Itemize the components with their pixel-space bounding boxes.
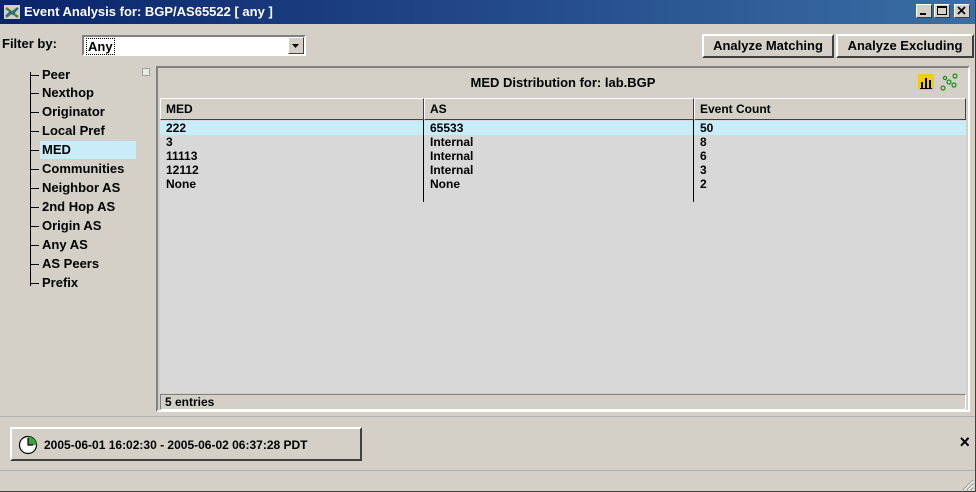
resize-grip-icon[interactable] (960, 477, 974, 491)
tree-item-label: Originator (42, 104, 105, 119)
table-row[interactable]: None None 2 (160, 177, 966, 191)
tree-item-label: Prefix (42, 275, 79, 290)
filter-selected-value: Any (86, 38, 115, 55)
cell-as: 65533 (430, 121, 464, 135)
chevron-down-icon (292, 44, 299, 48)
column-header-med[interactable]: MED (160, 98, 424, 120)
column-header-as[interactable]: AS (424, 98, 694, 120)
maximize-icon (937, 6, 947, 15)
clock-icon (18, 435, 38, 455)
filter-label: Filter by: (2, 36, 57, 51)
close-icon[interactable]: × (959, 433, 970, 451)
tree-item-label: 2nd Hop AS (42, 199, 116, 214)
tree-item-label: Neighbor AS (42, 180, 121, 195)
close-icon (957, 6, 966, 15)
distribution-table: MED AS Event Count 222 65533 50 3 Intern… (160, 98, 966, 393)
column-divider (693, 120, 694, 202)
minimize-button[interactable] (916, 4, 932, 18)
status-strip (0, 470, 975, 491)
cell-event-count: 2 (700, 177, 707, 191)
bar-chart-icon[interactable] (918, 74, 934, 90)
cell-as: Internal (430, 149, 474, 163)
minimize-icon (920, 13, 926, 15)
tree-item-label: Local Pref (42, 123, 105, 138)
tree-item-label: Peer (42, 67, 71, 82)
table-row[interactable]: 11113 Internal 6 (160, 149, 966, 163)
column-divider (423, 120, 424, 202)
tree-item-label: Any AS (42, 237, 88, 252)
cell-event-count: 8 (700, 135, 707, 149)
panel-title: MED Distribution for: lab.BGP (470, 75, 656, 90)
event-analysis-window: Event Analysis for: BGP/AS65522 [ any ] … (0, 0, 976, 492)
close-window-button[interactable] (954, 4, 970, 18)
tree-item-label: MED (40, 141, 136, 159)
filter-dropdown[interactable]: Any (82, 35, 306, 56)
analyze-excluding-button[interactable]: Analyze Excluding (836, 34, 974, 58)
table-row[interactable]: 12112 Internal 3 (160, 163, 966, 177)
cell-event-count: 50 (700, 121, 714, 135)
distribution-panel: MED Distribution for: lab.BGP MED AS Eve… (156, 66, 970, 412)
panel-header: MED Distribution for: lab.BGP (160, 70, 966, 96)
tree-item-label: Origin AS (42, 218, 102, 233)
cell-med: 11113 (166, 149, 198, 163)
cell-as: Internal (430, 163, 474, 177)
time-range-button[interactable]: 2005-06-01 16:02:30 - 2005-06-02 06:37:2… (10, 427, 362, 461)
filter-bar: Filter by: Any Analyze Matching Analyze … (0, 34, 975, 60)
splitter-handle[interactable] (142, 68, 150, 76)
cell-as: Internal (430, 135, 474, 149)
app-icon (4, 5, 20, 19)
table-status: 5 entries (160, 394, 966, 410)
cell-as: None (430, 177, 460, 191)
cell-event-count: 3 (700, 163, 707, 177)
maximize-button[interactable] (934, 4, 950, 18)
tree-item-label: AS Peers (42, 256, 100, 271)
cell-event-count: 6 (700, 149, 707, 163)
tree-item-label: Nexthop (42, 85, 94, 100)
time-range-text: 2005-06-01 16:02:30 - 2005-06-02 06:37:2… (44, 438, 308, 452)
tree-item-label: Communities (42, 161, 125, 176)
window-title: Event Analysis for: BGP/AS65522 [ any ] (24, 4, 273, 19)
cell-med: 12112 (166, 163, 199, 177)
tree-connector (30, 72, 32, 286)
cell-med: 222 (166, 121, 187, 135)
cell-med: 3 (166, 135, 173, 149)
column-header-event-count[interactable]: Event Count (694, 98, 966, 120)
time-range-bar: 2005-06-01 16:02:30 - 2005-06-02 06:37:2… (0, 416, 975, 469)
table-row[interactable]: 222 65533 50 (160, 121, 966, 135)
analyze-matching-button[interactable]: Analyze Matching (702, 34, 834, 58)
table-row[interactable]: 3 Internal 8 (160, 135, 966, 149)
attribute-tree: Peer Nexthop Originator Local Pref MED C… (10, 66, 140, 406)
title-bar[interactable]: Event Analysis for: BGP/AS65522 [ any ] (0, 0, 975, 24)
scatter-plot-icon[interactable] (940, 73, 958, 91)
dropdown-arrow-button[interactable] (288, 37, 304, 54)
cell-med: None (166, 177, 196, 191)
